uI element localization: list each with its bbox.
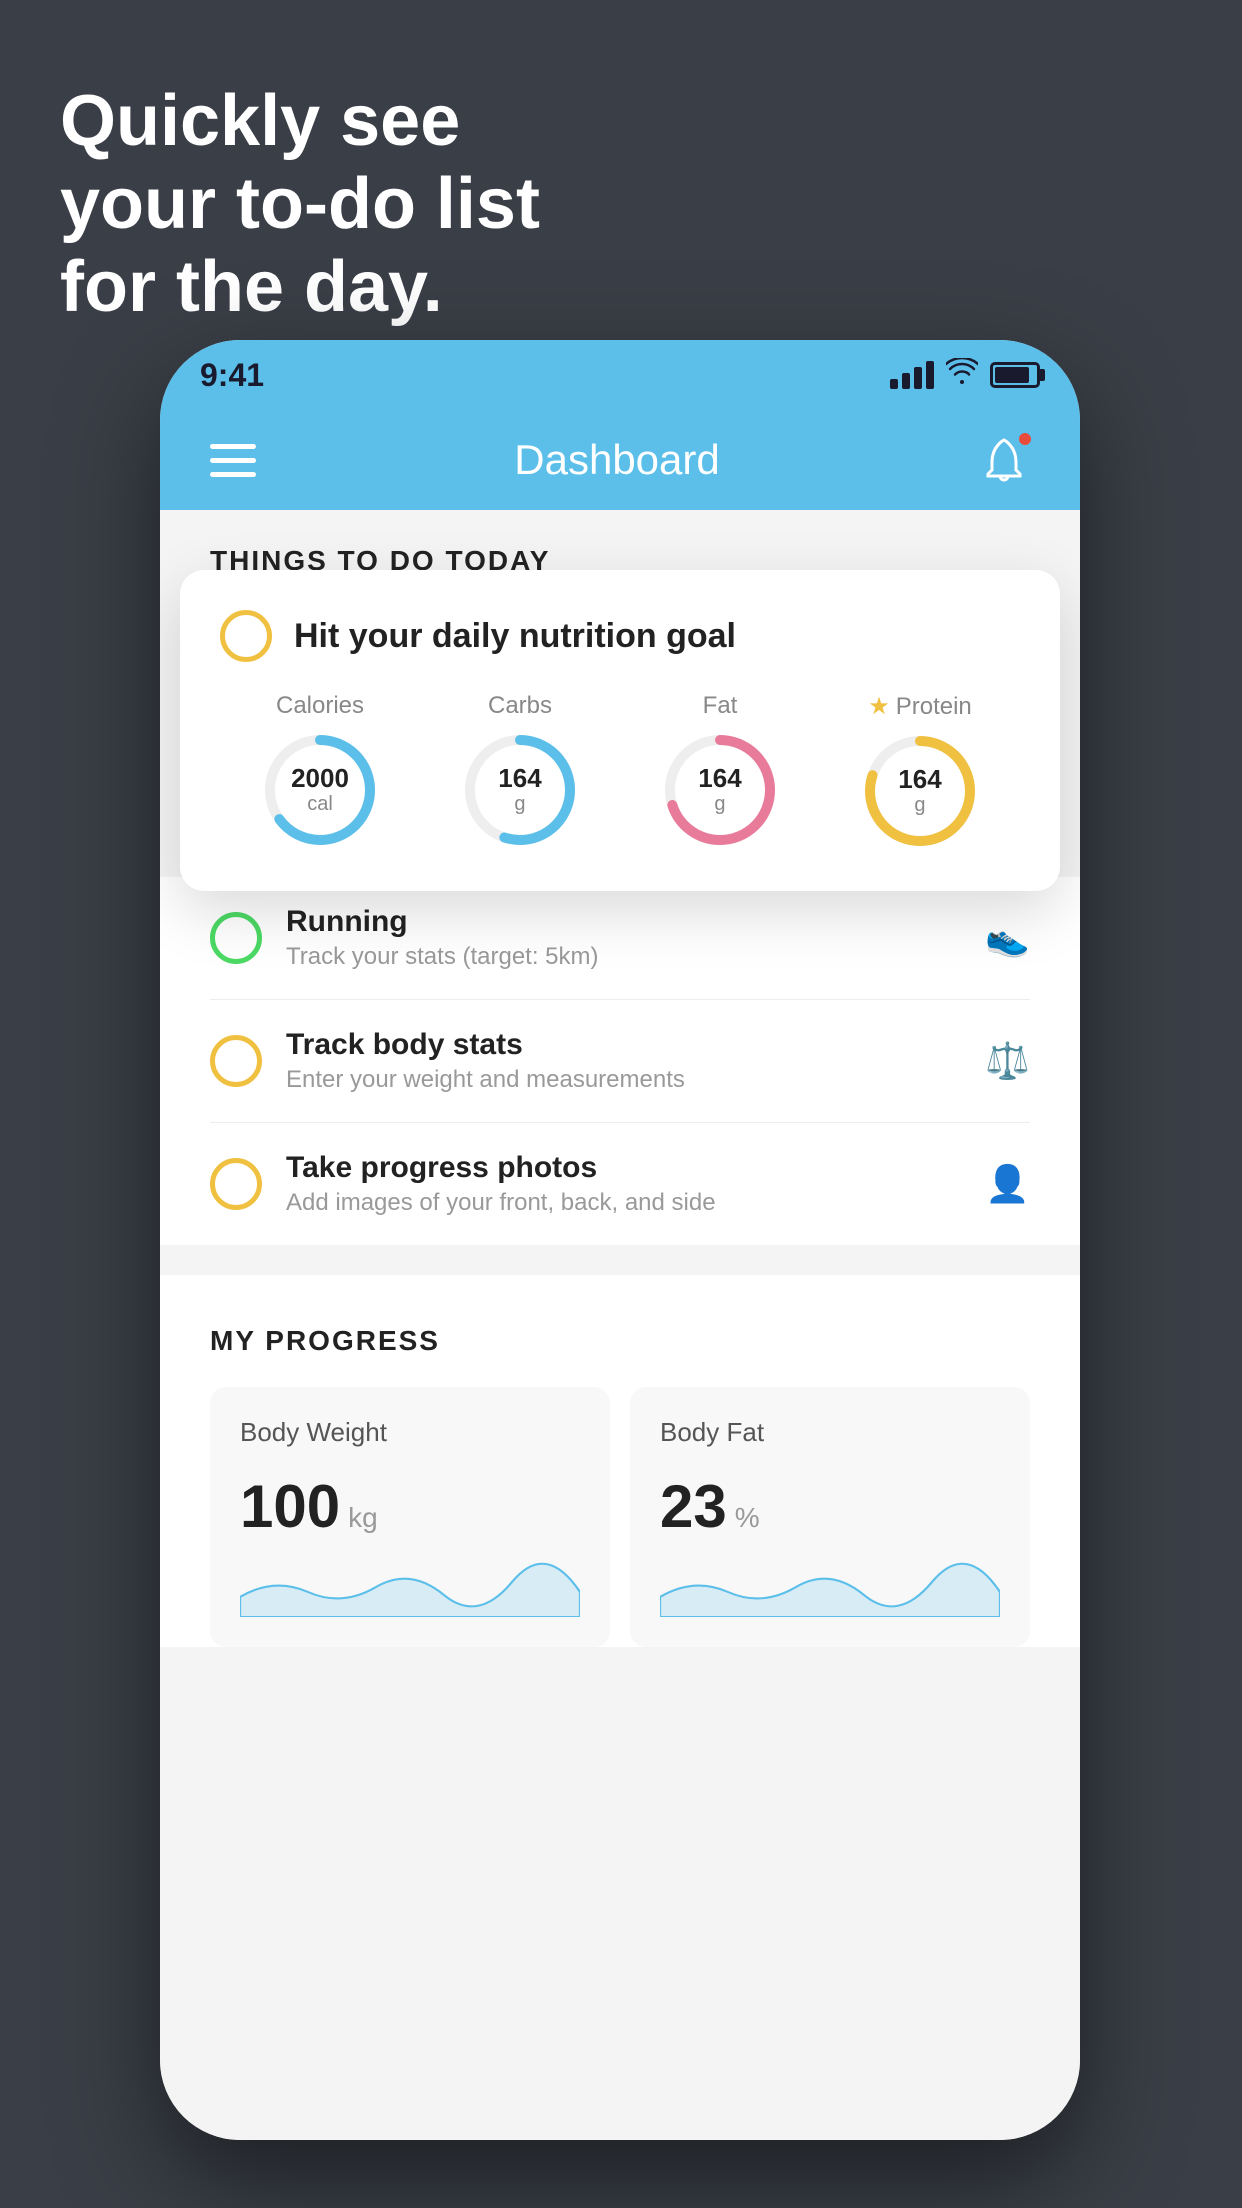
donut-circle: 164 g xyxy=(660,730,780,850)
list-item[interactable]: Take progress photos Add images of your … xyxy=(210,1123,1030,1245)
status-bar: 9:41 xyxy=(160,340,1080,410)
headline: Quickly see your to-do list for the day. xyxy=(60,80,540,328)
battery-icon xyxy=(990,362,1040,388)
progress-cards: Body Weight 100 kg Body Fat 23 % xyxy=(210,1387,1030,1647)
item-icon: 👤 xyxy=(985,1163,1030,1205)
item-subtitle: Track your stats (target: 5km) xyxy=(286,943,961,971)
item-title: Track body stats xyxy=(286,1028,961,1062)
card-header: Hit your daily nutrition goal xyxy=(220,610,1020,662)
progress-unit: % xyxy=(735,1502,760,1534)
card-checkbox[interactable] xyxy=(220,610,272,662)
list-item[interactable]: Running Track your stats (target: 5km) 👟 xyxy=(210,877,1030,1000)
donut-value: 164 xyxy=(698,764,741,793)
headline-line2: your to-do list xyxy=(60,163,540,246)
nutrition-label: ★ Protein xyxy=(868,692,972,721)
nutrition-item-protein: ★ Protein 164 g xyxy=(860,692,980,851)
nutrition-item-carbs: Carbs 164 g xyxy=(460,692,580,850)
donut-circle: 164 g xyxy=(860,731,980,851)
donut-circle: 2000 cal xyxy=(260,730,380,850)
progress-card[interactable]: Body Weight 100 kg xyxy=(210,1387,610,1647)
donut-value: 2000 xyxy=(291,764,349,793)
nav-bar: Dashboard xyxy=(160,410,1080,510)
donut-unit: cal xyxy=(291,793,349,816)
signal-icon xyxy=(890,361,934,389)
item-checkbox[interactable] xyxy=(210,1035,262,1087)
progress-card-title: Body Weight xyxy=(240,1417,580,1448)
status-icons xyxy=(890,358,1040,393)
progress-value: 23 xyxy=(660,1472,727,1541)
progress-unit: kg xyxy=(348,1502,378,1534)
status-time: 9:41 xyxy=(200,357,264,394)
wave-chart xyxy=(660,1557,1000,1617)
item-icon: 👟 xyxy=(985,917,1030,959)
wifi-icon xyxy=(946,358,978,393)
progress-card-title: Body Fat xyxy=(660,1417,1000,1448)
progress-card[interactable]: Body Fat 23 % xyxy=(630,1387,1030,1647)
nutrition-row: Calories 2000 cal Carbs 164 g xyxy=(220,692,1020,851)
wave-chart xyxy=(240,1557,580,1617)
list-section: Running Track your stats (target: 5km) 👟… xyxy=(160,877,1080,1245)
list-item[interactable]: Track body stats Enter your weight and m… xyxy=(210,1000,1030,1123)
nutrition-card: Hit your daily nutrition goal Calories 2… xyxy=(180,570,1060,891)
item-checkbox[interactable] xyxy=(210,912,262,964)
donut-unit: g xyxy=(498,793,541,816)
card-title: Hit your daily nutrition goal xyxy=(294,617,736,656)
menu-button[interactable] xyxy=(210,444,256,477)
nav-title: Dashboard xyxy=(514,436,719,484)
item-subtitle: Add images of your front, back, and side xyxy=(286,1189,961,1217)
item-title: Take progress photos xyxy=(286,1151,961,1185)
item-title: Running xyxy=(286,905,961,939)
notifications-button[interactable] xyxy=(978,434,1030,486)
star-icon: ★ xyxy=(868,692,890,721)
donut-circle: 164 g xyxy=(460,730,580,850)
nutrition-label: Calories xyxy=(276,692,364,720)
nutrition-item-calories: Calories 2000 cal xyxy=(260,692,380,850)
nutrition-label: Carbs xyxy=(488,692,552,720)
headline-line1: Quickly see xyxy=(60,80,540,163)
headline-line3: for the day. xyxy=(60,246,540,329)
progress-section: MY PROGRESS Body Weight 100 kg Body Fat … xyxy=(160,1275,1080,1647)
donut-value: 164 xyxy=(498,764,541,793)
phone-frame: 9:41 xyxy=(160,340,1080,2140)
donut-unit: g xyxy=(898,794,941,817)
item-subtitle: Enter your weight and measurements xyxy=(286,1066,961,1094)
progress-value: 100 xyxy=(240,1472,340,1541)
nutrition-item-fat: Fat 164 g xyxy=(660,692,780,850)
donut-value: 164 xyxy=(898,765,941,794)
progress-title: MY PROGRESS xyxy=(210,1325,1030,1357)
nutrition-label: Fat xyxy=(703,692,738,720)
donut-unit: g xyxy=(698,793,741,816)
item-icon: ⚖️ xyxy=(985,1040,1030,1082)
item-checkbox[interactable] xyxy=(210,1158,262,1210)
phone-content: THINGS TO DO TODAY Hit your daily nutrit… xyxy=(160,510,1080,2140)
notification-dot xyxy=(1016,430,1034,448)
